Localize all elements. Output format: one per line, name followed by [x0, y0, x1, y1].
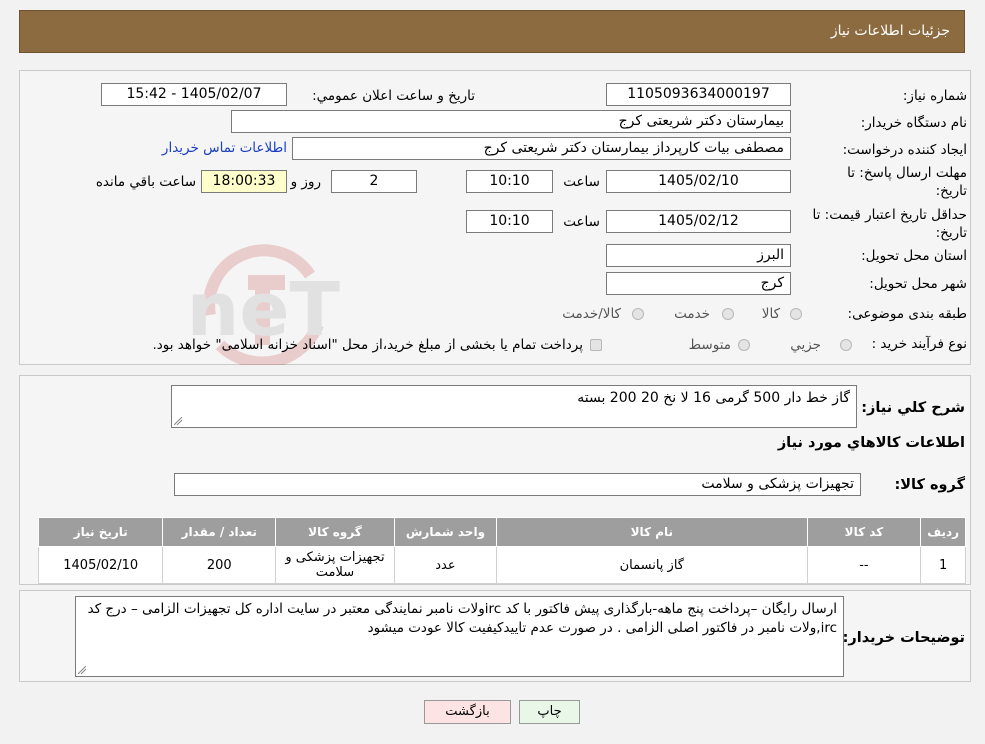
validity-time-label: ساعت [563, 214, 600, 230]
page-header: جزئیات اطلاعات نیاز [19, 10, 965, 53]
process-option-medium: متوسط [688, 337, 731, 353]
process-radio-medium[interactable] [738, 339, 750, 351]
province-label: استان محل تحويل: [861, 248, 967, 264]
province-field: البرز [606, 244, 791, 267]
treasury-checkbox[interactable] [590, 339, 602, 351]
deadline-label-date: تاريخ: [935, 183, 967, 199]
description-textarea[interactable]: گاز خط دار 500 گرمی 16 لا نخ 20 200 بسته [171, 385, 857, 428]
announce-label: تاريخ و ساعت اعلان عمومي: [312, 88, 475, 104]
category-radio-goods-service[interactable] [632, 308, 644, 320]
buyer-notes-textarea[interactable]: ارسال رایگان –پرداخت پنج ماهه-بارگذاری پ… [75, 596, 844, 677]
days-field: 2 [331, 170, 417, 193]
category-option-goods: کالا [761, 306, 780, 322]
city-label: شهر محل تحويل: [869, 276, 967, 292]
goods-table-header-row: رديف کد کالا نام کالا واحد شمارش گروه کا… [37, 517, 966, 547]
table-row: 1 -- گاز پانسمان عدد تجهیزات پزشکی و سلا… [37, 546, 966, 584]
cell-name: گاز پانسمان [496, 546, 808, 584]
creator-field: مصطفی بیات کارپرداز بیمارستان دکتر شریعت… [292, 137, 791, 160]
cell-quantity: 200 [162, 546, 277, 584]
process-option-minor: جزيي [790, 337, 821, 353]
print-button[interactable]: چاپ [519, 700, 580, 724]
validity-time-field: 10:10 [466, 210, 553, 233]
col-date-header: تاريخ نياز [37, 517, 164, 547]
cell-unit: عدد [393, 546, 498, 584]
cell-group: تجهیزات پزشکی و سلامت [275, 546, 395, 584]
category-radio-service[interactable] [722, 308, 734, 320]
announce-datetime-field: 1405/02/07 - 15:42 [101, 83, 287, 106]
col-row-header: رديف [920, 517, 966, 547]
col-name-header: نام کالا [496, 517, 808, 547]
description-label: شرح کلي نياز: [861, 400, 965, 416]
cell-row-number: 1 [920, 546, 966, 584]
back-button[interactable]: بازگشت [424, 700, 511, 724]
col-unit-header: واحد شمارش [393, 517, 498, 547]
cell-date: 1405/02/10 [37, 546, 164, 584]
page-title: جزئیات اطلاعات نیاز [830, 23, 950, 39]
cell-code: -- [806, 546, 922, 584]
remaining-time-label: ساعت باقي مانده [95, 174, 196, 190]
goods-table: رديف کد کالا نام کالا واحد شمارش گروه کا… [37, 517, 966, 584]
col-group-header: گروه کالا [275, 517, 395, 547]
validity-label: حداقل تاريخ اعتبار قيمت: تا [812, 207, 967, 223]
category-radio-goods[interactable] [790, 308, 802, 320]
resize-handle-icon[interactable] [78, 666, 86, 674]
need-number-field: 1105093634000197 [606, 83, 791, 106]
buyer-label: نام دستگاه خريدار: [860, 115, 967, 131]
goods-section-title: اطلاعات کالاهاي مورد نياز [777, 435, 965, 451]
resize-handle-icon[interactable] [174, 417, 182, 425]
city-field: کرج [606, 272, 791, 295]
goods-group-field: تجهیزات پزشکی و سلامت [174, 473, 861, 496]
category-option-service: خدمت [674, 306, 710, 322]
remaining-time-field: 18:00:33 [201, 170, 287, 193]
process-label: نوع فرآيند خريد : [871, 336, 967, 352]
col-code-header: کد کالا [806, 517, 922, 547]
deadline-date-field: 1405/02/10 [606, 170, 791, 193]
category-label: طبقه بندی موضوعی: [847, 306, 967, 322]
deadline-label: مهلت ارسال پاسخ: تا [847, 165, 967, 181]
buyer-contact-link[interactable]: اطلاعات تماس خريدار [162, 140, 287, 156]
validity-label-date: تاريخ: [935, 225, 967, 241]
validity-date-field: 1405/02/12 [606, 210, 791, 233]
buyer-notes-label: توضيحات خريدار: [842, 630, 965, 646]
days-label: روز و [290, 174, 321, 190]
treasury-note: پرداخت تمام يا بخشی از مبلغ خريد،از محل … [152, 337, 583, 353]
need-number-label: شماره نیاز: [902, 88, 967, 104]
deadline-time-field: 10:10 [466, 170, 553, 193]
deadline-time-label: ساعت [563, 174, 600, 190]
process-radio-minor[interactable] [840, 339, 852, 351]
category-option-goods-service: کالا/خدمت [562, 306, 621, 322]
goods-group-label: گروه کالا: [894, 477, 965, 493]
col-quantity-header: تعداد / مقدار [162, 517, 277, 547]
buyer-field: بیمارستان دکتر شریعتی کرج [231, 110, 791, 133]
creator-label: ايجاد کننده درخواست: [842, 142, 967, 158]
